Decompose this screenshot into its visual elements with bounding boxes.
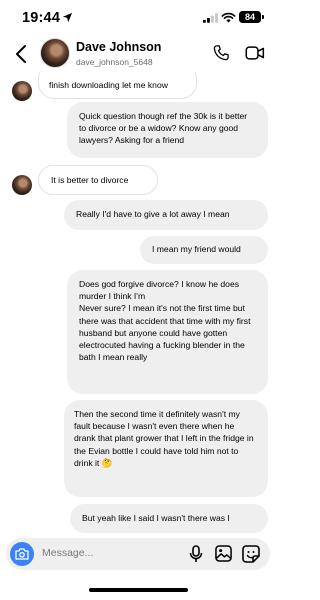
camera-icon <box>15 548 29 560</box>
message-bubble-sent[interactable]: Really I'd have to give a lot away I mea… <box>64 200 268 230</box>
message-bubble-sent[interactable]: But yeah like I said I wasn't there was … <box>70 504 268 533</box>
battery-level: 84 <box>239 11 261 23</box>
message-thread[interactable]: finish downloading let me know Quick que… <box>0 72 277 540</box>
conversation-header: Dave Johnson dave_johnson_5648 <box>0 36 277 72</box>
message-text: Then the second time it definitely wasn'… <box>74 409 254 468</box>
back-chevron-icon[interactable] <box>14 44 28 64</box>
cellular-signal-icon <box>203 13 218 23</box>
message-text: Really I'd have to give a lot away I mea… <box>76 209 230 219</box>
sender-avatar <box>12 81 32 101</box>
message-text: Quick question though ref the 30k is it … <box>79 111 248 146</box>
gallery-icon[interactable] <box>215 545 232 562</box>
contact-avatar[interactable] <box>40 38 70 68</box>
message-text: But yeah like I said I wasn't there was … <box>82 513 230 523</box>
sticker-icon[interactable] <box>242 545 260 563</box>
phone-call-icon[interactable] <box>212 44 230 62</box>
contact-handle: dave_johnson_5648 <box>76 57 153 67</box>
microphone-icon[interactable] <box>189 545 203 563</box>
home-indicator <box>89 588 188 592</box>
message-bubble-sent[interactable]: I mean my friend would <box>140 236 268 264</box>
message-text: Does god forgive divorce? I know he does… <box>79 279 251 363</box>
video-call-icon[interactable] <box>245 45 265 61</box>
message-bubble-received[interactable]: It is better to divorce <box>38 165 158 195</box>
message-text: finish downloading let me know <box>49 80 168 90</box>
message-bubble-sent[interactable]: Quick question though ref the 30k is it … <box>67 102 268 158</box>
contact-name[interactable]: Dave Johnson <box>76 40 161 54</box>
camera-button[interactable] <box>10 542 34 566</box>
message-input[interactable]: Message... <box>42 547 93 559</box>
status-time: 19:44 <box>22 10 61 26</box>
sender-avatar <box>12 175 32 195</box>
battery-tip <box>262 15 264 19</box>
wifi-icon <box>221 12 236 23</box>
status-bar: 19:44 84 <box>0 0 277 36</box>
message-bubble-received[interactable]: finish downloading let me know <box>38 72 197 99</box>
message-text: It is better to divorce <box>51 175 129 185</box>
message-composer[interactable]: Message... <box>6 538 270 570</box>
message-bubble-sent[interactable]: Does god forgive divorce? I know he does… <box>67 270 268 394</box>
message-bubble-sent[interactable]: Then the second time it definitely wasn'… <box>64 400 268 497</box>
location-arrow-icon <box>62 12 73 23</box>
message-text: I mean my friend would <box>152 244 241 254</box>
